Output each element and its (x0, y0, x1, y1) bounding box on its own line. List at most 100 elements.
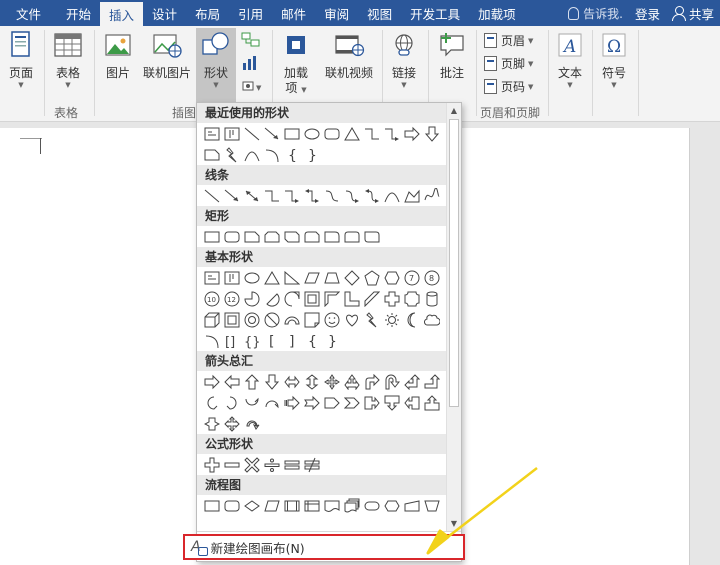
quad-arrow-shape[interactable] (322, 372, 342, 392)
left-brace-shape[interactable]: { (302, 331, 322, 351)
curved-left-arrow-shape[interactable] (222, 393, 242, 413)
page-number-button[interactable]: 页码 ▼ (484, 78, 533, 95)
tab-view[interactable]: 视图 (358, 0, 401, 26)
curve-shape[interactable] (382, 186, 402, 206)
diamond-shape[interactable] (342, 268, 362, 288)
shapes-gallery-scrollbar[interactable]: ▲ ▼ (446, 103, 461, 531)
tab-home[interactable]: 开始 (57, 0, 100, 26)
flowchart-manual-operation-shape[interactable] (422, 496, 442, 516)
tab-file[interactable]: 文件 (0, 0, 57, 26)
online-picture-button[interactable]: 联机图片 (140, 30, 194, 81)
chord-shape[interactable] (262, 289, 282, 309)
line-shape[interactable] (202, 186, 222, 206)
left-arrow-shape[interactable] (222, 372, 242, 392)
arrow-line-shape[interactable] (262, 124, 282, 144)
left-right-up-arrow-shape[interactable] (342, 372, 362, 392)
flowchart-manual-input-shape[interactable] (402, 496, 422, 516)
header-button[interactable]: 页眉 ▼ (484, 32, 533, 49)
rounded-rect-shape[interactable] (322, 124, 342, 144)
link-button[interactable]: 链接 ▼ (386, 30, 422, 90)
hexagon-shape[interactable] (382, 268, 402, 288)
math-minus-shape[interactable] (222, 455, 242, 475)
bevel-shape[interactable] (222, 310, 242, 330)
flowchart-data-shape[interactable] (262, 496, 282, 516)
up-down-arrow-shape[interactable] (302, 372, 322, 392)
quad-arrow-callout-shape[interactable] (222, 414, 242, 434)
table-button[interactable]: 表格 ▼ (50, 30, 86, 90)
triangle-shape[interactable] (342, 124, 362, 144)
tell-me-box[interactable]: 告诉我. (562, 0, 629, 26)
scribble-shape[interactable] (422, 186, 442, 206)
flowchart-predefined-process-shape[interactable] (282, 496, 302, 516)
lightning-bolt-shape[interactable] (362, 310, 382, 330)
freeform-shape[interactable] (402, 186, 422, 206)
heptagon-shape[interactable]: 7 (402, 268, 422, 288)
cube-shape[interactable] (202, 310, 222, 330)
snip-round-shape[interactable] (302, 227, 322, 247)
tab-references[interactable]: 引用 (229, 0, 272, 26)
up-arrow-shape[interactable] (242, 372, 262, 392)
chevron-shape[interactable] (342, 393, 362, 413)
right-arrow-shape[interactable] (402, 124, 422, 144)
tab-design[interactable]: 设计 (143, 0, 186, 26)
plaque-shape[interactable] (402, 289, 422, 309)
shapes-button[interactable]: 形状 ▼ (196, 28, 236, 102)
pages-button[interactable]: 页面 ▼ (4, 30, 38, 90)
line-shape[interactable] (242, 124, 262, 144)
tab-addins[interactable]: 加载项 (469, 0, 525, 26)
online-video-button[interactable]: 联机视频 (320, 30, 378, 81)
share-button[interactable]: 共享 (666, 0, 720, 26)
snip-same-side-shape[interactable] (262, 227, 282, 247)
snip-single-corner-shape[interactable] (242, 227, 262, 247)
curved-double-arrow-shape[interactable] (362, 186, 382, 206)
bent-up-arrow-shape[interactable] (422, 372, 442, 392)
lightning-shape[interactable] (222, 145, 242, 165)
no-symbol-shape[interactable] (262, 310, 282, 330)
login-button[interactable]: 登录 (629, 0, 666, 26)
arc-shape[interactable] (262, 145, 282, 165)
triangle-shape[interactable] (262, 268, 282, 288)
down-arrow-callout-shape[interactable] (382, 393, 402, 413)
sun-shape[interactable] (382, 310, 402, 330)
math-equal-shape[interactable] (282, 455, 302, 475)
parallelogram-shape[interactable] (302, 268, 322, 288)
vertical-text-box-shape[interactable] (222, 268, 242, 288)
decagon-shape[interactable]: 10 (202, 289, 222, 309)
bent-arrow-shape[interactable] (362, 372, 382, 392)
left-up-arrow-shape[interactable] (402, 372, 422, 392)
left-brace-shape[interactable]: { (282, 145, 302, 165)
round-diagonal-shape[interactable] (362, 227, 382, 247)
striped-right-arrow-shape[interactable] (282, 393, 302, 413)
flowchart-alternate-process-shape[interactable] (222, 496, 242, 516)
new-drawing-canvas-button[interactable]: A 新建绘图画布(N) (183, 534, 465, 560)
flowchart-document-shape[interactable] (322, 496, 342, 516)
picture-button[interactable]: 图片 (100, 30, 136, 81)
tab-developer[interactable]: 开发工具 (401, 0, 469, 26)
u-turn-arrow-shape[interactable] (382, 372, 402, 392)
curved-arrow-connector-shape[interactable] (342, 186, 362, 206)
trapezoid-shape[interactable] (322, 268, 342, 288)
right-arrow-shape[interactable] (202, 372, 222, 392)
l-shape[interactable] (342, 289, 362, 309)
round-same-side-shape[interactable] (342, 227, 362, 247)
flowchart-internal-storage-shape[interactable] (302, 496, 322, 516)
curved-right-arrow-shape[interactable] (202, 393, 222, 413)
up-arrow-callout-shape[interactable] (422, 393, 442, 413)
pie-shape[interactable] (242, 289, 262, 309)
flowchart-process-shape[interactable] (202, 496, 222, 516)
moon-shape[interactable] (402, 310, 422, 330)
rectangle-shape[interactable] (202, 227, 222, 247)
elbow-arrow-shape[interactable] (282, 186, 302, 206)
text-button[interactable]: A 文本 ▼ (552, 30, 588, 90)
tab-insert[interactable]: 插入 (100, 2, 144, 26)
right-triangle-shape[interactable] (282, 268, 302, 288)
vertical-text-box-shape[interactable] (222, 124, 242, 144)
double-bracket-shape[interactable]: [] (222, 331, 242, 351)
scrollbar-thumb[interactable] (449, 119, 459, 407)
diagonal-stripe-shape[interactable] (362, 289, 382, 309)
scroll-down-icon[interactable]: ▼ (447, 516, 461, 531)
right-brace-shape[interactable]: } (302, 145, 322, 165)
chart-icon[interactable] (240, 54, 262, 72)
tab-layout[interactable]: 布局 (186, 0, 229, 26)
elbow-double-arrow-shape[interactable] (302, 186, 322, 206)
